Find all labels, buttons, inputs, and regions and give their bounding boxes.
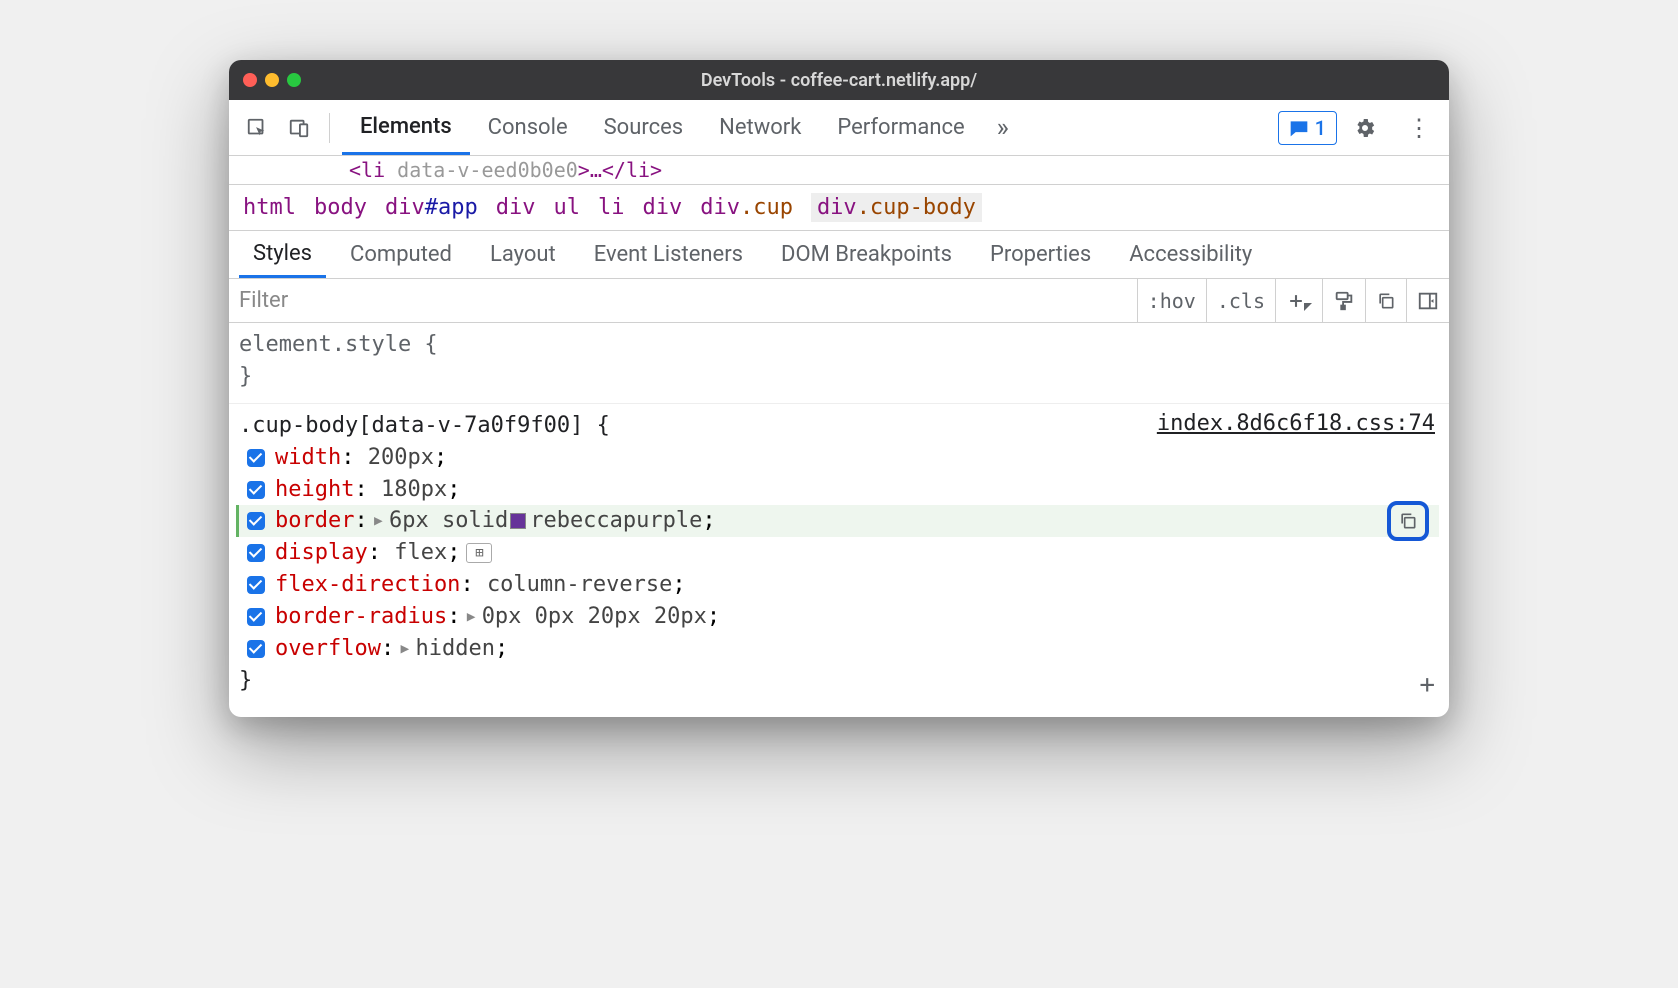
window-title: DevTools - coffee-cart.netlify.app/ <box>229 70 1449 91</box>
subtab-styles[interactable]: Styles <box>239 231 326 278</box>
prop-toggle[interactable] <box>247 640 265 658</box>
element-style-rule[interactable]: element.style { } <box>229 327 1449 403</box>
filter-input[interactable] <box>229 288 1137 313</box>
devtools-window: DevTools - coffee-cart.netlify.app/ Elem… <box>229 60 1449 717</box>
tab-elements[interactable]: Elements <box>342 100 470 155</box>
add-rule-icon[interactable]: + <box>1419 667 1435 705</box>
rule-close: } <box>239 361 1439 393</box>
prop-toggle[interactable] <box>247 512 265 530</box>
bc-div2[interactable]: div <box>642 195 682 220</box>
tab-console[interactable]: Console <box>470 100 586 155</box>
minimize-window[interactable] <box>265 73 279 87</box>
bc-ul[interactable]: ul <box>553 195 580 220</box>
decl-height[interactable]: height: 180px; <box>239 474 1439 506</box>
subtab-layout[interactable]: Layout <box>476 231 570 278</box>
bc-html[interactable]: html <box>243 195 296 220</box>
dom-tree-row[interactable]: <li data-v-eed0b0e0>…</li> <box>229 156 1449 185</box>
zoom-window[interactable] <box>287 73 301 87</box>
decl-flex-direction[interactable]: flex-direction: column-reverse; <box>239 569 1439 601</box>
source-link[interactable]: index.8d6c6f18.css:74 <box>1157 408 1435 440</box>
bc-div-cup[interactable]: div.cup <box>700 195 793 220</box>
color-swatch[interactable] <box>510 513 526 529</box>
copy-declaration-icon[interactable] <box>1387 501 1429 541</box>
device-toggle-icon[interactable] <box>281 110 317 146</box>
expand-icon[interactable]: ▸ <box>398 633 411 665</box>
expand-icon[interactable]: ▸ <box>372 505 385 537</box>
prop-toggle[interactable] <box>247 449 265 467</box>
styles-pane: element.style { } index.8d6c6f18.css:74 … <box>229 323 1449 717</box>
close-window[interactable] <box>243 73 257 87</box>
more-tabs-icon[interactable]: » <box>983 113 1023 143</box>
decl-overflow[interactable]: overflow:▸hidden; <box>239 633 1439 665</box>
kebab-menu-icon[interactable]: ⋮ <box>1399 114 1439 142</box>
computed-sidebar-icon[interactable] <box>1406 279 1449 322</box>
bc-div-cup-body[interactable]: div.cup-body <box>811 193 982 222</box>
issues-count: 1 <box>1315 116 1326 140</box>
subtab-dom-breakpoints[interactable]: DOM Breakpoints <box>767 231 966 278</box>
breadcrumb: html body div#app div ul li div div.cup … <box>229 185 1449 231</box>
prop-toggle[interactable] <box>247 608 265 626</box>
issues-badge[interactable]: 1 <box>1278 111 1337 145</box>
prop-toggle[interactable] <box>247 576 265 594</box>
decl-border-radius[interactable]: border-radius:▸0px 0px 20px 20px; <box>239 601 1439 633</box>
subtab-accessibility[interactable]: Accessibility <box>1115 231 1266 278</box>
subtab-event-listeners[interactable]: Event Listeners <box>580 231 757 278</box>
flex-editor-icon[interactable]: ⊞ <box>466 543 492 563</box>
selector: element.style { <box>239 329 1439 361</box>
cup-body-rule[interactable]: index.8d6c6f18.css:74 .cup-body[data-v-7… <box>229 403 1449 707</box>
prop-toggle[interactable] <box>247 544 265 562</box>
subtab-properties[interactable]: Properties <box>976 231 1105 278</box>
paint-icon[interactable] <box>1322 279 1365 322</box>
bc-body[interactable]: body <box>314 195 367 220</box>
tab-performance[interactable]: Performance <box>819 100 982 155</box>
new-style-rule-icon[interactable] <box>1275 279 1322 322</box>
styles-subtabs: Styles Computed Layout Event Listeners D… <box>229 231 1449 279</box>
tab-network[interactable]: Network <box>701 100 819 155</box>
prop-toggle[interactable] <box>247 481 265 499</box>
tab-sources[interactable]: Sources <box>586 100 702 155</box>
bc-li[interactable]: li <box>598 195 625 220</box>
copy-icon[interactable] <box>1365 279 1406 322</box>
hov-toggle[interactable]: :hov <box>1137 279 1206 322</box>
decl-border[interactable]: border:▸6px solid rebeccapurple; <box>236 505 1439 537</box>
subtab-computed[interactable]: Computed <box>336 231 466 278</box>
decl-display[interactable]: display: flex; ⊞ <box>239 537 1439 569</box>
bc-div-app[interactable]: div#app <box>385 195 478 220</box>
panel-tabs: Elements Console Sources Network Perform… <box>342 100 1262 155</box>
titlebar: DevTools - coffee-cart.netlify.app/ <box>229 60 1449 100</box>
styles-filter-row: :hov .cls <box>229 279 1449 323</box>
rule-close: } <box>239 665 1439 697</box>
decl-width[interactable]: width: 200px; <box>239 442 1439 474</box>
divider <box>329 113 330 143</box>
cls-toggle[interactable]: .cls <box>1206 279 1275 322</box>
gear-icon[interactable] <box>1353 116 1393 140</box>
main-toolbar: Elements Console Sources Network Perform… <box>229 100 1449 156</box>
expand-icon[interactable]: ▸ <box>464 601 477 633</box>
inspect-icon[interactable] <box>239 110 275 146</box>
bc-div[interactable]: div <box>496 195 536 220</box>
traffic-lights <box>243 73 301 87</box>
